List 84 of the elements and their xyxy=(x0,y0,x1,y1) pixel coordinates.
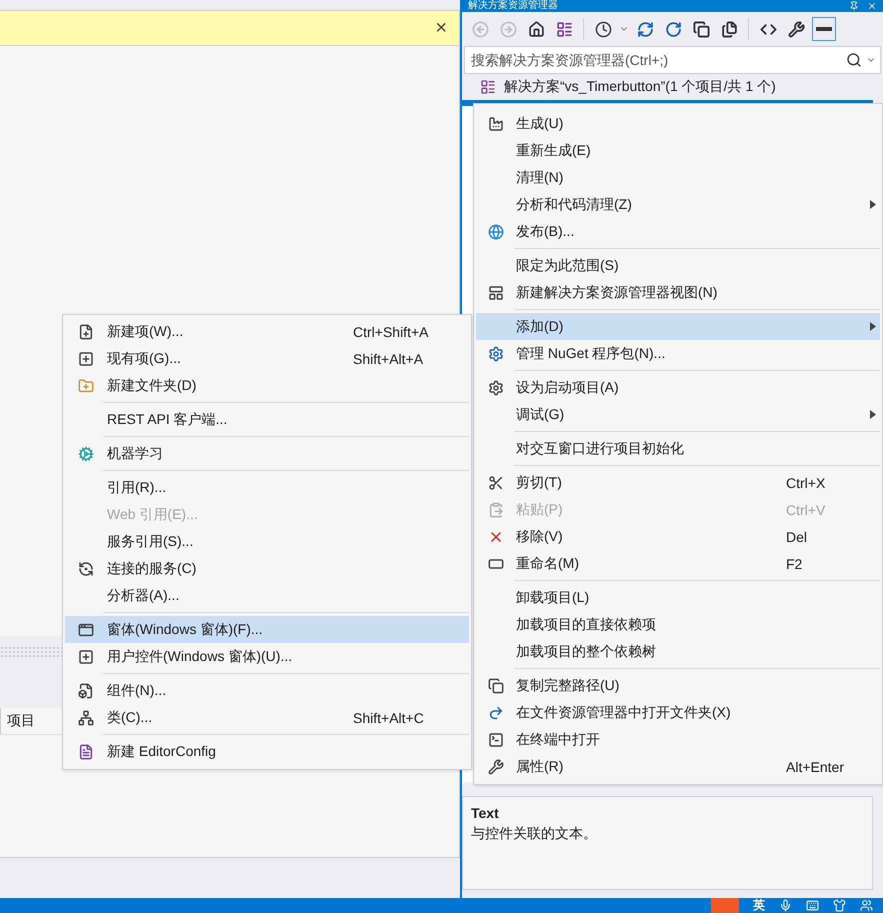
clock-icon xyxy=(594,20,612,38)
search-field[interactable]: 搜索解决方案资源管理器(Ctrl+;) xyxy=(469,51,842,69)
menu-item[interactable]: 重命名(M) F2 xyxy=(476,550,880,577)
back-icon xyxy=(472,20,488,38)
menu-item[interactable]: 引用(R)... xyxy=(65,474,469,501)
search-box[interactable]: 搜索解决方案资源管理器(Ctrl+;) xyxy=(464,46,881,74)
forward-icon xyxy=(500,20,516,38)
menu-item[interactable]: 复制完整路径(U) xyxy=(476,672,880,699)
square-plus-icon xyxy=(78,648,94,664)
folder-plus-icon xyxy=(78,378,94,394)
menu-item[interactable]: 添加(D) xyxy=(476,313,880,340)
description-text: 与控件关联的文本。 xyxy=(471,825,598,843)
scissors-icon xyxy=(488,474,504,490)
menu-item[interactable]: 组件(N)... xyxy=(65,677,469,704)
menu-item[interactable]: 发布(B)... xyxy=(476,218,880,245)
menu-item[interactable]: 在终端中打开 xyxy=(476,726,880,753)
menu-item[interactable]: 现有项(G)... Shift+Alt+A xyxy=(65,345,469,372)
users-icon[interactable] xyxy=(860,899,873,912)
menu-item[interactable]: 重新生成(E) xyxy=(476,137,880,164)
microphone-icon[interactable] xyxy=(779,899,792,912)
menu-item[interactable]: 在文件资源管理器中打开文件夹(X) xyxy=(476,699,880,726)
menu-item[interactable]: 分析和代码清理(Z) xyxy=(476,191,880,218)
menu-item[interactable]: 限定为此范围(S) xyxy=(476,252,880,279)
bar-icon xyxy=(816,27,832,31)
menu-item[interactable]: 服务引用(S)... xyxy=(65,528,469,555)
submenu-arrow-icon xyxy=(870,200,876,209)
tree-item[interactable]: 解决方案“vs_Timerbutton”(1 个项目/共 1 个) xyxy=(504,78,776,96)
file-box-icon xyxy=(78,682,94,698)
menu-item[interactable]: 分析器(A)... xyxy=(65,582,469,609)
shirt-icon[interactable] xyxy=(833,899,846,912)
menu-item[interactable]: 调试(G) xyxy=(476,401,880,428)
menu-item[interactable]: 剪切(T) Ctrl+X xyxy=(476,469,880,496)
menu-item[interactable]: 加载项目的整个依赖树 xyxy=(476,638,880,665)
menu-item[interactable]: 属性(R) Alt+Enter xyxy=(476,753,880,780)
globe-icon xyxy=(488,224,504,240)
description-title: Text xyxy=(471,805,500,821)
menu-item[interactable]: 机器学习 xyxy=(65,440,469,467)
menu-item[interactable]: 新建 EditorConfig xyxy=(65,738,469,765)
network-icon xyxy=(78,710,94,726)
close-icon[interactable] xyxy=(867,1,877,11)
menu-item[interactable]: 新建文件夹(D) xyxy=(65,372,469,399)
refresh-icon xyxy=(78,560,94,576)
list-icon xyxy=(556,20,572,38)
menu-item[interactable]: 清理(N) xyxy=(476,164,880,191)
menu-item[interactable]: 管理 NuGet 程序包(N)... xyxy=(476,340,880,367)
factory-icon xyxy=(488,116,504,132)
terminal-icon xyxy=(488,732,504,748)
home-icon xyxy=(528,20,544,38)
menu-item[interactable]: 设为启动项目(A) xyxy=(476,374,880,401)
files-icon xyxy=(720,20,738,38)
preview-button[interactable] xyxy=(812,17,836,41)
submenu-arrow-icon xyxy=(870,322,876,331)
file-plus-icon xyxy=(78,324,94,340)
menu-item[interactable]: 新建解决方案资源管理器视图(N) xyxy=(476,279,880,306)
gear-icon xyxy=(488,380,504,396)
menu-item[interactable]: 新建项(W)... Ctrl+Shift+A xyxy=(65,318,469,345)
submenu-arrow-icon xyxy=(870,410,876,419)
redo-arrow-icon xyxy=(488,704,504,720)
menu-item[interactable]: 对交互窗口进行项目初始化 xyxy=(476,435,880,462)
wrench-icon xyxy=(788,20,804,38)
menu-item[interactable]: 窗体(Windows 窗体)(F)... xyxy=(65,616,469,643)
window-icon xyxy=(78,622,94,638)
wrench-icon xyxy=(488,758,504,774)
ime-indicator[interactable]: 英 xyxy=(753,898,765,913)
sync-icon xyxy=(636,20,654,38)
file-icon xyxy=(78,744,94,760)
menu-item[interactable]: 加载项目的直接依赖项 xyxy=(476,611,880,638)
keyboard-icon[interactable] xyxy=(806,899,819,912)
menu-item[interactable]: 用户控件(Windows 窗体)(U)... xyxy=(65,643,469,670)
menu-item[interactable]: 卸载项目(L) xyxy=(476,584,880,611)
search-icon[interactable] xyxy=(846,52,862,68)
copy-icon xyxy=(488,678,504,694)
square-plus-icon xyxy=(78,350,94,366)
refresh-icon xyxy=(664,20,682,38)
clipboard-icon xyxy=(488,502,504,518)
menu-item[interactable]: 生成(U) xyxy=(476,110,880,137)
pin-icon[interactable] xyxy=(849,1,859,11)
close-button[interactable]: × xyxy=(435,16,447,40)
gear-icon xyxy=(78,446,94,462)
menu-item[interactable]: 连接的服务(C) xyxy=(65,555,469,582)
menu-item[interactable]: REST API 客户端... xyxy=(65,406,469,433)
window-icon xyxy=(488,284,504,300)
menu-item[interactable]: 移除(V) Del xyxy=(476,523,880,550)
collapse-icon xyxy=(692,20,710,38)
